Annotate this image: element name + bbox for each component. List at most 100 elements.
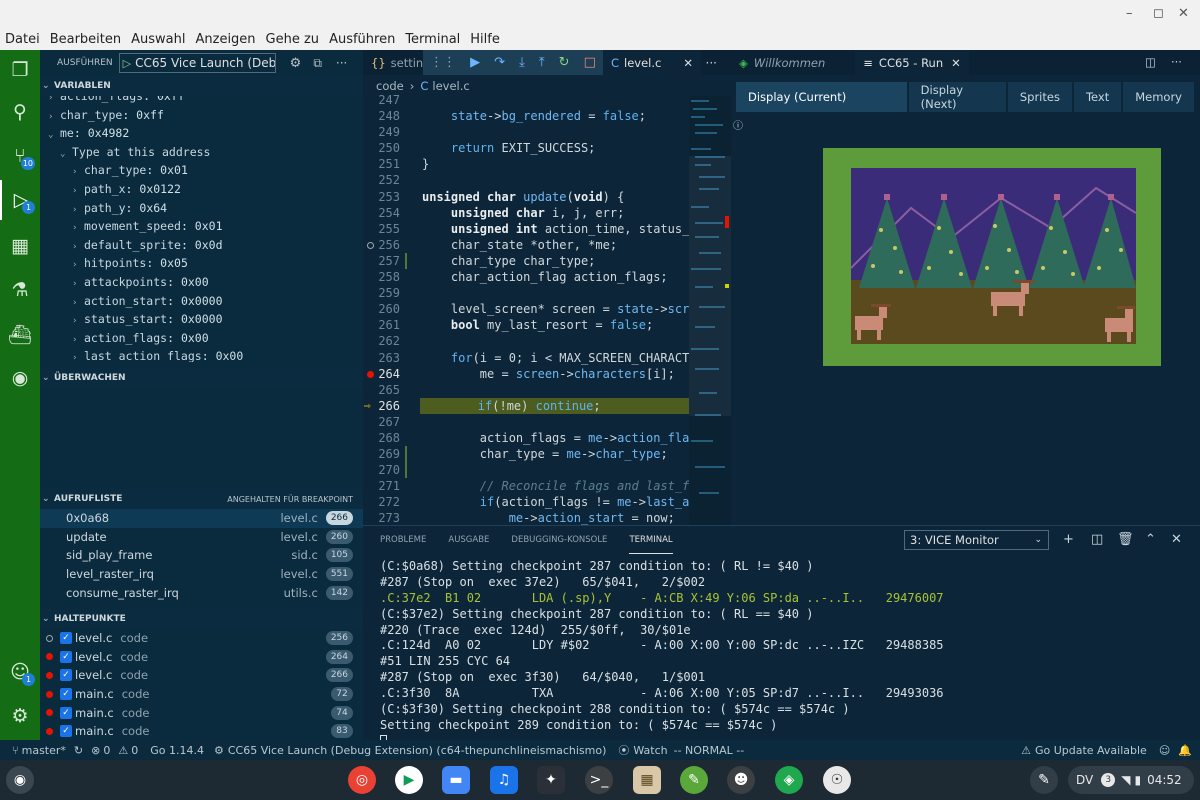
- watch-status[interactable]: Watch: [633, 744, 667, 757]
- minimap[interactable]: [689, 96, 731, 525]
- close-tab-icon[interactable]: ✕: [683, 56, 693, 70]
- expand-chevron-icon[interactable]: ›: [72, 312, 84, 331]
- system-tray[interactable]: DV 3 ◥ ▮ 04:52: [1068, 766, 1194, 794]
- new-terminal-icon[interactable]: +: [1063, 532, 1074, 547]
- play-store-icon[interactable]: ▶: [395, 766, 423, 794]
- extensions-icon[interactable]: ▦: [0, 226, 40, 266]
- variable-row[interactable]: › default_sprite: 0x0d: [40, 236, 363, 255]
- code-line[interactable]: 256 char_state *other, *me;: [363, 237, 731, 253]
- expand-chevron-icon[interactable]: ⌄: [48, 126, 60, 145]
- maximize-panel-icon[interactable]: ⌃: [1145, 532, 1156, 547]
- tab-output[interactable]: AUSGABE: [448, 526, 489, 554]
- owl-app-icon[interactable]: ☉: [823, 766, 851, 794]
- step-over-icon[interactable]: ↷: [494, 55, 505, 70]
- explorer-icon[interactable]: ❐: [0, 50, 40, 90]
- display-next-button[interactable]: Display (Next): [908, 82, 1006, 112]
- variables-header[interactable]: ⌄ VARIABLEN: [40, 76, 363, 96]
- test-flask-icon[interactable]: ⚗: [0, 270, 40, 310]
- callstack-frame[interactable]: level_irq_handlerlevel.c558: [40, 602, 363, 603]
- callstack-header[interactable]: ⌄ AUFRUFLISTE ANGEHALTEN FÜR BREAKPOINT: [40, 489, 363, 509]
- callstack-frame[interactable]: update level.c 260: [40, 528, 363, 547]
- menu-anzeigen[interactable]: Anzeigen: [195, 32, 255, 47]
- close-window-button[interactable]: ✕: [1178, 6, 1189, 21]
- game-app-icon[interactable]: ▦: [633, 766, 661, 794]
- tab-level-c[interactable]: Clevel.c ✕: [603, 50, 701, 75]
- go-version[interactable]: Go 1.14.4: [150, 744, 204, 757]
- variable-row[interactable]: › attackpoints: 0x00: [40, 273, 363, 292]
- text-button[interactable]: Text: [1073, 82, 1122, 112]
- callstack-frame[interactable]: level_raster_irq level.c 551: [40, 565, 363, 584]
- memory-button[interactable]: Memory: [1123, 82, 1194, 112]
- code-line[interactable]: 247: [363, 92, 731, 108]
- step-into-icon[interactable]: ⤓: [519, 55, 525, 70]
- code-line[interactable]: ⇨ 266 if(!me) continue;: [363, 397, 731, 414]
- code-line[interactable]: 261 bool my_last_resort = false;: [363, 317, 731, 333]
- menu-ausfuehren[interactable]: Ausführen: [329, 32, 395, 47]
- stop-icon[interactable]: □: [584, 55, 596, 70]
- code-line[interactable]: 264 me = screen->characters[i];: [363, 366, 731, 382]
- tab-terminal[interactable]: TERMINAL: [629, 526, 673, 554]
- callstack-frame[interactable]: 0x0a68 level.c 266: [40, 509, 363, 528]
- expand-chevron-icon[interactable]: ⌄: [60, 145, 72, 164]
- tab-cc65-run[interactable]: ≡ CC65 - Run ✕: [855, 50, 969, 75]
- variable-row[interactable]: › status_start: 0x0000: [40, 310, 363, 329]
- tools-app-icon[interactable]: ✎: [680, 766, 708, 794]
- tab-welcome[interactable]: ◈ Willkommen: [731, 50, 833, 75]
- code-line[interactable]: 251}: [363, 156, 731, 172]
- breakpoints-header[interactable]: ⌄ HALTEPUNKTE: [40, 609, 363, 629]
- breadcrumb-file[interactable]: level.c: [432, 79, 469, 93]
- person-app-icon[interactable]: ☻: [727, 766, 755, 794]
- debug-settings-gear-icon[interactable]: ⚙: [290, 56, 302, 71]
- breakpoint-row[interactable]: ✓ level.c code 256: [40, 629, 363, 648]
- code-line[interactable]: 262: [363, 333, 731, 349]
- breakpoint-checkbox[interactable]: ✓: [60, 706, 72, 719]
- close-panel-icon[interactable]: ✕: [1171, 532, 1182, 547]
- expand-chevron-icon[interactable]: ›: [72, 182, 84, 201]
- code-line[interactable]: 259: [363, 285, 731, 301]
- terminal-output[interactable]: (C:$0a68) Setting checkpoint 287 conditi…: [380, 559, 1195, 750]
- more-tabs-icon[interactable]: ···: [706, 56, 717, 70]
- code-line[interactable]: 260 level_screen* screen = state->scre: [363, 301, 731, 317]
- breakpoint-hollow-icon[interactable]: [367, 241, 374, 249]
- code-line[interactable]: 250 return EXIT_SUCCESS;: [363, 140, 731, 156]
- breakpoint-row[interactable]: ✓ main.c code 74: [40, 703, 363, 722]
- variable-row[interactable]: ⌄ Type at this address: [40, 143, 363, 162]
- watch-header[interactable]: ⌄ ÜBERWACHEN: [40, 368, 363, 388]
- start-debug-icon[interactable]: ▷: [123, 57, 131, 70]
- menu-hilfe[interactable]: Hilfe: [470, 32, 500, 47]
- code-line[interactable]: 263 for(i = 0; i < MAX_SCREEN_CHARACTE: [363, 350, 731, 366]
- code-line[interactable]: 269 char_type = me->char_type;: [363, 446, 731, 463]
- files-icon[interactable]: ▬: [442, 766, 470, 794]
- code-line[interactable]: 248 state->bg_rendered = false;: [363, 108, 731, 124]
- code-line[interactable]: 254 unsigned char i, j, err;: [363, 205, 731, 221]
- settings-gear-icon[interactable]: ⚙: [0, 696, 40, 736]
- code-line[interactable]: 265: [363, 382, 731, 398]
- tab-problems[interactable]: PROBLEME: [380, 526, 426, 554]
- breakpoint-checkbox[interactable]: ✓: [60, 669, 72, 682]
- callstack-frame[interactable]: consume_raster_irq utils.c 142: [40, 583, 363, 602]
- docker-icon[interactable]: ⛴: [0, 314, 40, 354]
- sync-icon[interactable]: ↻: [74, 744, 83, 757]
- code-line[interactable]: 268 action_flags = me->action_flag: [363, 430, 731, 446]
- variable-row[interactable]: › path_x: 0x0122: [40, 180, 363, 199]
- split-terminal-icon[interactable]: ◫: [1091, 532, 1103, 547]
- breakpoint-checkbox[interactable]: ✓: [60, 725, 72, 738]
- callstack-frame[interactable]: sid_play_frame sid.c 105: [40, 546, 363, 565]
- split-editor-icon[interactable]: ◫: [1145, 55, 1156, 69]
- maximize-button[interactable]: ◻: [1153, 6, 1164, 21]
- code-line[interactable]: 267: [363, 414, 731, 430]
- code-line[interactable]: 257 char_type char_type;: [363, 252, 731, 269]
- stylus-icon[interactable]: ✎: [1030, 766, 1058, 794]
- drag-handle-icon[interactable]: ⋮⋮: [430, 55, 456, 70]
- chrome-icon[interactable]: ◎: [348, 766, 376, 794]
- sprites-button[interactable]: Sprites: [1007, 82, 1072, 112]
- variable-row[interactable]: › action_flags: 0xff: [40, 96, 363, 106]
- variable-row[interactable]: › hitpoints: 0x05: [40, 254, 363, 273]
- code-line[interactable]: 258 char_action_flag action_flags;: [363, 269, 731, 285]
- code-line[interactable]: 271 // Reconcile flags and last_fl: [363, 478, 731, 494]
- variable-row[interactable]: › char_type: 0xff: [40, 106, 363, 125]
- launch-config-select[interactable]: ▷ CC65 Vice Launch (Deb ⌄: [118, 53, 276, 73]
- account-icon[interactable]: ☺ 1: [0, 652, 40, 692]
- breakpoint-row[interactable]: ✓ level.c code 264: [40, 648, 363, 667]
- variable-row[interactable]: › path_y: 0x64: [40, 199, 363, 218]
